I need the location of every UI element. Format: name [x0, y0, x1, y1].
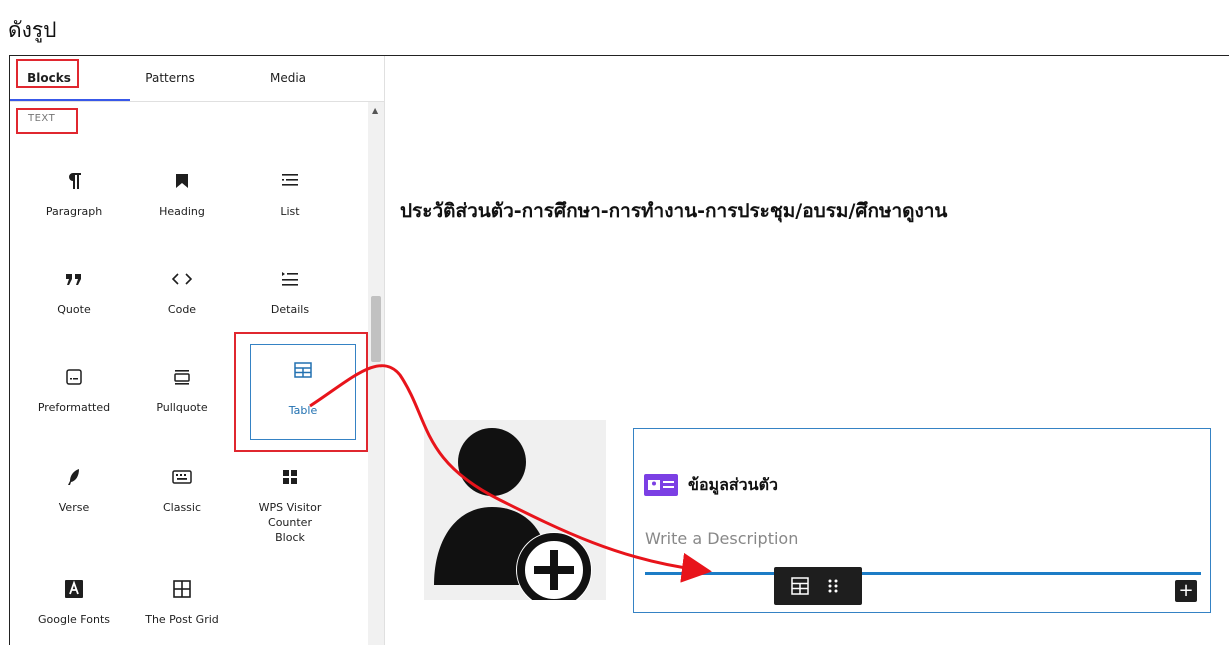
user-placeholder-image: [424, 420, 606, 608]
block-pullquote[interactable]: Pullquote: [128, 352, 236, 438]
paragraph-icon: [20, 170, 128, 192]
block-label: WPS Visitor Counter Block: [258, 501, 322, 544]
block-label: Classic: [162, 501, 202, 514]
block-toolbar: [774, 567, 862, 605]
block-label: Verse: [58, 501, 90, 514]
block-label: Details: [270, 303, 310, 316]
list-icon: [236, 170, 344, 192]
block-list[interactable]: List: [236, 156, 344, 242]
panel-scrollbar[interactable]: [368, 102, 384, 645]
block-label: Pullquote: [156, 401, 208, 414]
block-label: Preformatted: [37, 401, 111, 414]
block-the-post-grid[interactable]: The Post Grid: [128, 564, 236, 650]
post-grid-icon: [128, 578, 236, 600]
block-label: Heading: [159, 205, 205, 218]
letter-a-icon: [20, 578, 128, 600]
block-preformatted[interactable]: Preformatted: [20, 352, 128, 438]
highlight-box-blocks-tab: [16, 59, 79, 88]
profile-info-card[interactable]: ข้อมูลส่วนตัว Write a Description: [633, 428, 1211, 613]
quill-icon: [20, 466, 128, 488]
block-classic[interactable]: Classic: [128, 452, 236, 538]
page-heading[interactable]: ประวัติส่วนตัว-การศึกษา-การทำงาน-การประช…: [400, 196, 947, 226]
details-icon: [236, 268, 344, 290]
card-title[interactable]: ข้อมูลส่วนตัว: [688, 473, 778, 498]
block-inserter-panel: Blocks Patterns Media TEXT Paragraph Hea…: [10, 56, 385, 645]
bookmark-icon: [128, 170, 236, 192]
table-icon[interactable]: [791, 577, 809, 599]
block-label: Quote: [57, 303, 91, 316]
block-label: Paragraph: [45, 205, 103, 218]
drag-handle-icon[interactable]: [828, 578, 838, 598]
block-code[interactable]: Code: [128, 254, 236, 340]
add-block-button[interactable]: +: [1175, 580, 1197, 602]
pullquote-icon: [128, 366, 236, 388]
keyboard-icon: [128, 466, 236, 488]
block-paragraph[interactable]: Paragraph: [20, 156, 128, 242]
code-icon: [128, 268, 236, 290]
tab-patterns[interactable]: Patterns: [130, 56, 210, 101]
block-quote[interactable]: Quote: [20, 254, 128, 340]
block-label: Code: [167, 303, 197, 316]
preformatted-icon: [20, 366, 128, 388]
block-verse[interactable]: Verse: [20, 452, 128, 538]
id-card-icon: [644, 474, 678, 500]
insertion-line: [645, 572, 1201, 575]
block-label: The Post Grid: [145, 613, 219, 626]
block-label: List: [280, 205, 300, 218]
highlight-box-table-block: [234, 332, 368, 452]
grid-squares-icon: [236, 466, 344, 488]
scrollbar-thumb[interactable]: [371, 296, 381, 362]
quote-icon: [20, 268, 128, 290]
scroll-up-arrow-icon[interactable]: ▲: [372, 106, 378, 115]
block-heading[interactable]: Heading: [128, 156, 236, 242]
highlight-box-text-section: [16, 108, 78, 134]
block-wps-visitor-counter[interactable]: WPS Visitor Counter Block: [236, 452, 344, 544]
block-google-fonts[interactable]: Google Fonts: [20, 564, 128, 650]
block-details[interactable]: Details: [236, 254, 344, 340]
caption-text: ดังรูป: [8, 18, 57, 42]
active-tab-indicator: [10, 99, 130, 101]
description-placeholder[interactable]: Write a Description: [645, 529, 798, 548]
block-label: Google Fonts: [38, 613, 110, 626]
tab-media[interactable]: Media: [248, 56, 328, 101]
